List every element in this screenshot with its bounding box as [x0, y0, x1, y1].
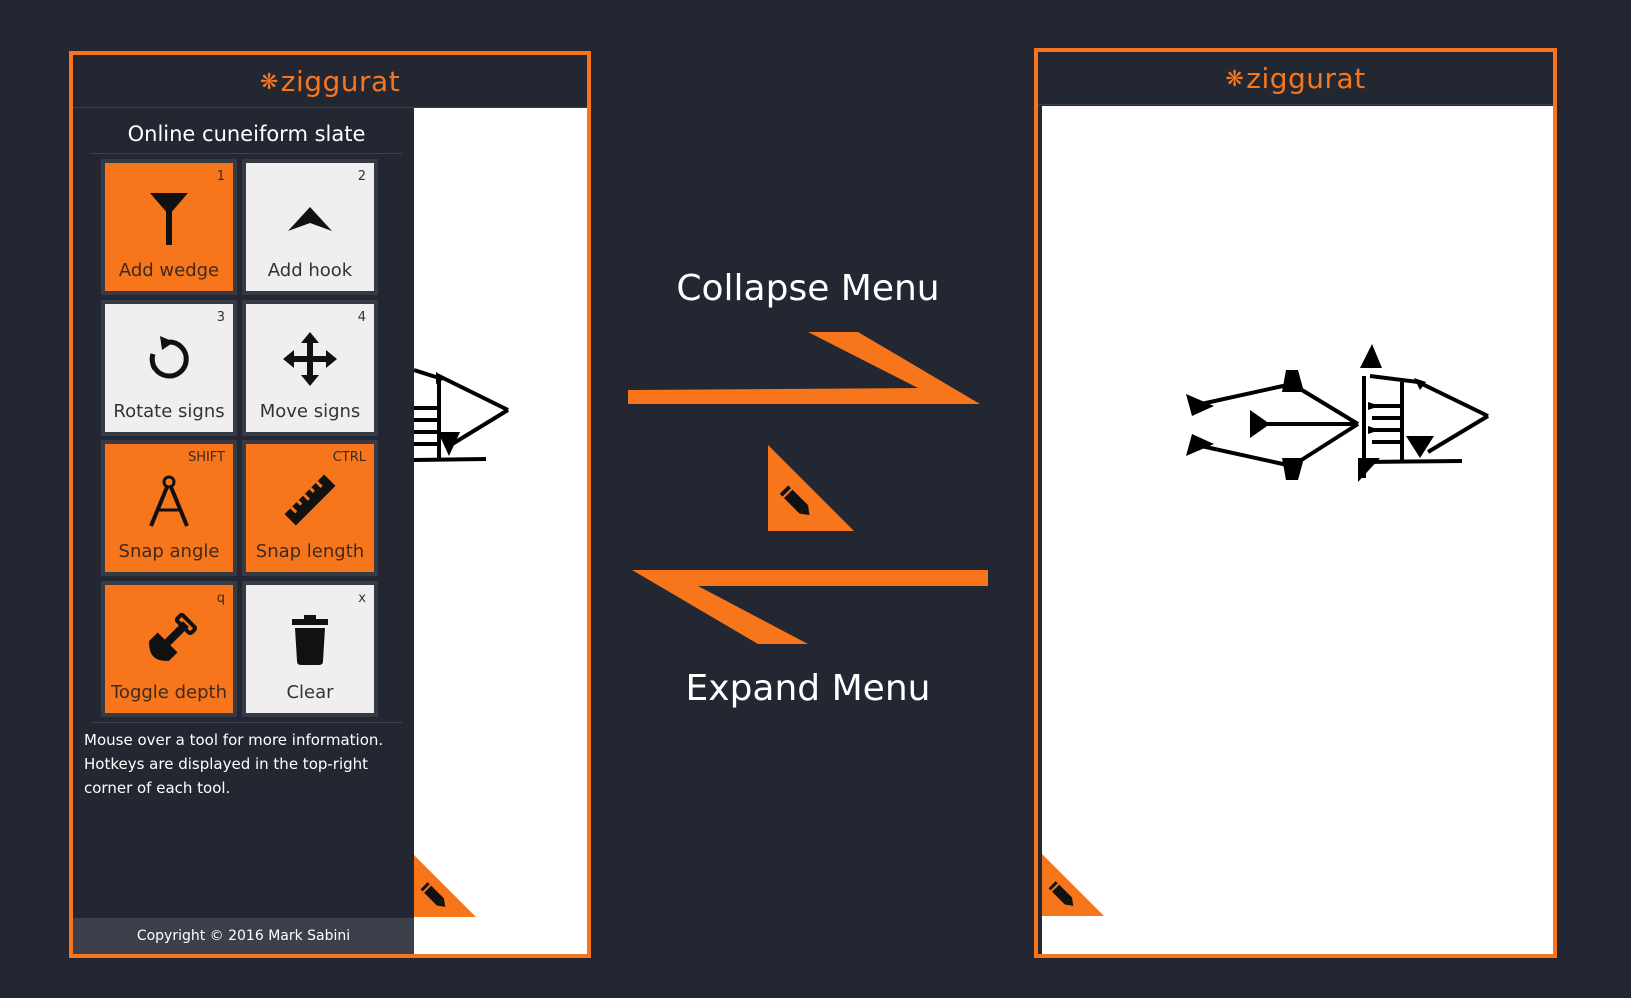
- tool-label: Snap angle: [118, 541, 220, 562]
- tool-label: Move signs: [259, 401, 361, 422]
- tool-snap-length[interactable]: CTRL Snap length: [242, 440, 378, 576]
- compass-icon: [149, 475, 189, 527]
- hotkey-label: q: [216, 591, 225, 606]
- move-icon: [283, 332, 337, 386]
- expanded-app-frame: ❋ ziggurat Online cuneiform slate 1 Add …: [69, 51, 591, 958]
- drawing-canvas[interactable]: [413, 108, 587, 954]
- hook-icon: [288, 207, 332, 231]
- tool-add-hook[interactable]: 2 Add hook: [242, 159, 378, 295]
- app-header: ❋ ziggurat: [1038, 52, 1553, 105]
- app-header: ❋ ziggurat: [73, 55, 587, 108]
- shovel-icon: [149, 613, 197, 661]
- tool-label: Rotate signs: [113, 401, 225, 422]
- logo-mark-icon: ❋: [259, 69, 279, 95]
- tool-snap-angle[interactable]: SHIFT Snap angle: [101, 440, 237, 576]
- app-logo-text: ziggurat: [280, 64, 401, 98]
- tool-label: Toggle depth: [111, 682, 227, 703]
- hotkey-label: SHIFT: [187, 450, 225, 465]
- expand-menu-caption: Expand Menu: [685, 668, 931, 709]
- hotkey-label: x: [358, 591, 366, 606]
- hotkey-label: CTRL: [332, 450, 366, 465]
- hotkey-label: 4: [357, 310, 366, 325]
- trash-icon: [292, 615, 328, 665]
- collapse-menu-caption: Collapse Menu: [676, 268, 940, 309]
- hotkey-label: 1: [216, 169, 225, 184]
- tool-label: Add wedge: [118, 260, 220, 281]
- hotkey-label: 3: [216, 310, 225, 325]
- sidebar-menu: Online cuneiform slate 1 Add wedge 2 Add…: [73, 108, 414, 954]
- tool-rotate-signs[interactable]: 3 Rotate signs: [101, 300, 237, 436]
- hotkey-label: 2: [357, 169, 366, 184]
- divider: [91, 722, 402, 723]
- collapse-menu-button[interactable]: [414, 855, 476, 917]
- tool-add-wedge[interactable]: 1 Add wedge: [101, 159, 237, 295]
- rotate-icon: [149, 336, 189, 379]
- app-logo-text: ziggurat: [1246, 61, 1366, 95]
- copyright-footer: Copyright © 2016 Mark Sabini: [73, 918, 414, 954]
- wedge-icon: [150, 193, 188, 245]
- tool-label: Add hook: [267, 260, 353, 281]
- collapse-arrow-icon: [628, 332, 980, 404]
- tool-move-signs[interactable]: 4 Move signs: [242, 300, 378, 436]
- expand-arrow-icon: [632, 570, 988, 644]
- tool-label: Clear: [286, 682, 334, 703]
- tool-label: Snap length: [255, 541, 365, 562]
- collapsed-app-frame: ❋ ziggurat: [1034, 48, 1557, 958]
- drawing-canvas[interactable]: [1042, 106, 1553, 954]
- toggle-menu-button[interactable]: [768, 445, 854, 531]
- tool-toggle-depth[interactable]: q Toggle depth: [101, 581, 237, 717]
- help-text: Mouse over a tool for more information. …: [84, 731, 384, 797]
- expand-menu-button[interactable]: [1042, 854, 1104, 916]
- tool-clear[interactable]: x Clear: [242, 581, 378, 717]
- sidebar-title: Online cuneiform slate: [91, 116, 402, 154]
- logo-mark-icon: ❋: [1225, 66, 1245, 92]
- cuneiform-sign-partial: [413, 368, 510, 462]
- ruler-icon: [284, 474, 336, 526]
- cuneiform-sign: [1186, 344, 1490, 482]
